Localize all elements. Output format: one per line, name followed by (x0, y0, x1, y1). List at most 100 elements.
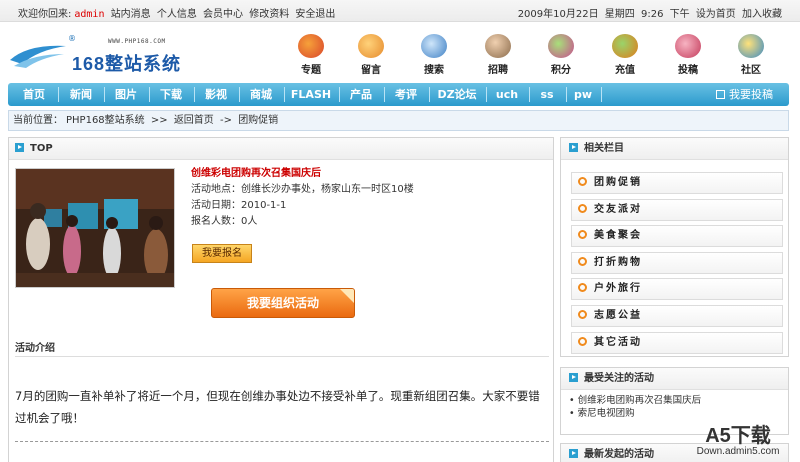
quick-link-label: 充值 (615, 65, 635, 76)
date-area: 2009年10月22日 星期四 9:26 下午 设为首页 加入收藏 (515, 5, 782, 20)
submit-icon (675, 34, 701, 58)
play-bullet-icon (15, 143, 24, 152)
breadcrumb-separator: -> (220, 115, 232, 126)
sidebar-item-label: 美食聚会 (594, 230, 642, 242)
list-item[interactable]: 索尼电视团购 (569, 407, 788, 420)
sidebar-item-label: 团购促销 (594, 177, 642, 188)
link-profile[interactable]: 个人信息 (157, 9, 197, 20)
sidebar-item-dating-party[interactable]: 交友派对 (571, 198, 783, 221)
username[interactable]: admin (74, 9, 104, 20)
nav-item-home[interactable]: 首页 (14, 83, 54, 106)
nav-item-download[interactable]: 下载 (151, 83, 191, 106)
date-text: 2009年10月22日 (517, 9, 599, 20)
nav-item-uch[interactable]: uch (488, 83, 526, 106)
nav-item-video[interactable]: 影视 (196, 83, 236, 106)
nav-item-products[interactable]: 产品 (341, 83, 381, 106)
sidebar-item-discount-shopping[interactable]: 打折购物 (571, 251, 783, 274)
quick-link-recruit[interactable]: 招聘 (471, 32, 525, 78)
item-bullet-icon (578, 256, 587, 266)
related-columns-title: 相关栏目 (584, 143, 624, 154)
post-article-label: 我要投稿 (729, 88, 773, 101)
quick-link-message[interactable]: 留言 (344, 32, 398, 78)
recharge-icon (612, 34, 638, 58)
related-columns-panel: 相关栏目 团购促销 交友派对 美食聚会 打折购物 户外旅行 志愿公益 其它活动 (560, 137, 789, 357)
breadcrumb-home[interactable]: 返回首页 (174, 115, 214, 126)
event-photo-image (16, 169, 174, 287)
topics-icon (298, 34, 324, 58)
nav-item-news[interactable]: 新闻 (61, 83, 101, 106)
quick-link-search[interactable]: 搜索 (407, 32, 461, 78)
event-location: 活动地点：创维长沙办事处，杨家山东一时区10楼 (191, 184, 414, 195)
nav-separator (149, 87, 150, 102)
weekday-text: 星期四 (604, 9, 635, 20)
popular-events-list: 创维彩电团购再次召集国庆后 索尼电视团购 (561, 390, 788, 420)
trademark-mark: ® (68, 34, 76, 43)
quick-link-submit[interactable]: 投稿 (661, 32, 715, 78)
recruit-icon (485, 34, 511, 58)
event-photo[interactable] (15, 168, 175, 288)
quick-link-label: 留言 (361, 65, 381, 76)
event-signups: 报名人数：0人 (191, 216, 258, 227)
main-panel: TOP 创维彩电团购再次召集国庆后 活动地点：创维长沙办事处，杨家山东一时区10… (8, 137, 554, 462)
site-logo[interactable]: ® WWW.PHP168.COM 168整站系统 (8, 32, 198, 76)
quick-link-label: 投稿 (678, 65, 698, 76)
quick-link-points[interactable]: 积分 (534, 32, 588, 78)
link-logout[interactable]: 安全退出 (295, 9, 335, 20)
event-title[interactable]: 创维彩电团购再次召集国庆后 (191, 166, 414, 182)
nav-separator (429, 87, 430, 102)
breadcrumb-prefix: 当前位置： (13, 115, 63, 126)
community-icon (738, 34, 764, 58)
quick-link-label: 社区 (741, 65, 761, 76)
sidebar-item-label: 交友派对 (594, 203, 642, 215)
organize-event-button[interactable]: 我要组织活动 (211, 288, 355, 318)
set-home-link[interactable]: 设为首页 (696, 9, 736, 20)
related-columns-list: 团购促销 交友派对 美食聚会 打折购物 户外旅行 志愿公益 其它活动 (571, 172, 783, 358)
quick-link-community[interactable]: 社区 (724, 32, 778, 78)
watermark-brand: A5下载 (705, 425, 771, 447)
popular-events-header: 最受关注的活动 (561, 368, 788, 390)
nav-item-dz-forum[interactable]: DZ论坛 (431, 83, 483, 106)
event-date: 活动日期：2010-1-1 (191, 200, 287, 211)
breadcrumb-current[interactable]: 团购促销 (238, 115, 278, 126)
main-panel-header: TOP (9, 138, 553, 160)
breadcrumb-site[interactable]: PHP168整站系统 (66, 115, 145, 126)
nav-separator (339, 87, 340, 102)
nav-separator (239, 87, 240, 102)
nav-separator (194, 87, 195, 102)
nav-item-images[interactable]: 图片 (106, 83, 146, 106)
link-member-center[interactable]: 会员中心 (203, 9, 243, 20)
sidebar-item-food-gathering[interactable]: 美食聚会 (571, 225, 783, 248)
nav-item-flash[interactable]: FLASH (286, 83, 336, 106)
list-item[interactable]: 创维彩电团购再次召集国庆后 (569, 394, 788, 407)
logo-swoosh-icon (10, 45, 66, 68)
nav-separator (104, 87, 105, 102)
quick-links: 专题 留言 搜索 招聘 积分 充值 投稿 社区 (284, 32, 794, 78)
quick-link-label: 搜索 (424, 65, 444, 76)
watermark: A5下载 Down.admin5.com (684, 426, 792, 460)
nav-item-reviews[interactable]: 考评 (386, 83, 426, 106)
nav-item-mall[interactable]: 商城 (241, 83, 281, 106)
main-panel-title: TOP (30, 143, 53, 154)
quick-link-recharge[interactable]: 充值 (598, 32, 652, 78)
signup-button[interactable]: 我要报名 (192, 244, 252, 263)
breadcrumb-separator: >> (150, 115, 168, 126)
latest-events-title: 最新发起的活动 (584, 449, 654, 460)
sidebar-item-outdoor-travel[interactable]: 户外旅行 (571, 278, 783, 301)
sidebar-item-label: 志愿公益 (594, 309, 642, 321)
post-article-link[interactable]: 我要投稿 (716, 83, 773, 106)
nav-item-ss[interactable]: ss (531, 83, 563, 106)
nav-separator (601, 87, 602, 102)
nav-item-pw[interactable]: pw (568, 83, 598, 106)
nav-separator (384, 87, 385, 102)
points-icon (548, 34, 574, 58)
add-favorite-link[interactable]: 加入收藏 (742, 9, 782, 20)
ampm-text: 下午 (669, 9, 690, 20)
post-icon (716, 90, 725, 99)
sidebar-item-other-events[interactable]: 其它活动 (571, 331, 783, 354)
link-edit-profile[interactable]: 修改资料 (249, 9, 289, 20)
sidebar-item-volunteer[interactable]: 志愿公益 (571, 304, 783, 327)
quick-link-topics[interactable]: 专题 (284, 32, 338, 78)
main-nav: 首页 新闻 图片 下载 影视 商城 FLASH 产品 考评 DZ论坛 uch s… (8, 83, 789, 106)
link-messages[interactable]: 站内消息 (111, 9, 151, 20)
sidebar-item-group-buy[interactable]: 团购促销 (571, 172, 783, 194)
